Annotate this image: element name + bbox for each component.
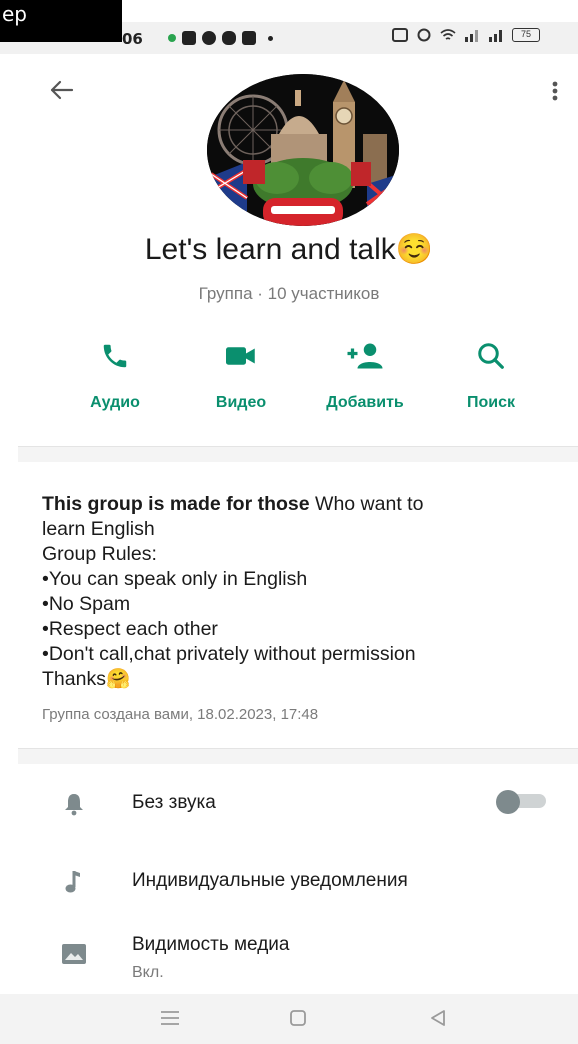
add-participant-button[interactable]: Добавить: [310, 336, 420, 412]
app-notification-icon: [182, 31, 196, 45]
group-avatar[interactable]: [207, 74, 399, 226]
mute-label: Без звука: [132, 792, 216, 813]
music-note-icon: [65, 871, 80, 893]
wifi-icon: [440, 28, 456, 42]
system-icons: 75: [392, 28, 540, 42]
audio-label: Аудио: [90, 394, 140, 411]
media-visibility-setting[interactable]: Видимость медиа Вкл.: [0, 934, 578, 994]
system-nav-bar: [0, 994, 578, 1044]
status-dot-icon: [168, 34, 176, 42]
alarm-icon: [416, 28, 432, 42]
square-icon: [290, 1010, 306, 1026]
video-call-button[interactable]: Видео: [186, 336, 296, 412]
group-actions: Аудио Видео Добавить Поиск: [60, 336, 540, 420]
menu-lines-icon: [161, 1011, 179, 1025]
signal-icon: [464, 28, 480, 42]
search-label: Поиск: [466, 394, 515, 411]
audio-call-button[interactable]: Аудио: [60, 336, 170, 412]
description-line: This group is made for those Who want to: [42, 492, 552, 517]
overlay-tag: ep: [0, 0, 122, 42]
group-name[interactable]: Let's learn and talk☺️: [0, 232, 578, 267]
group-created-info: Группа создана вами, 18.02.2023, 17:48: [42, 706, 319, 723]
search-icon: [478, 343, 504, 369]
bell-icon: [65, 794, 83, 816]
signal-icon: [488, 28, 504, 42]
description-line: •You can speak only in English: [42, 568, 308, 590]
more-options-button[interactable]: [540, 74, 570, 110]
search-button[interactable]: Поиск: [436, 336, 546, 412]
mute-setting[interactable]: Без звука: [0, 790, 578, 850]
more-vert-icon: [552, 81, 558, 101]
battery-icon: 75: [512, 28, 540, 42]
custom-notifications-label: Индивидуальные уведомления: [132, 870, 408, 891]
app-notification-icon: [202, 31, 216, 45]
arrow-left-icon: [50, 80, 74, 100]
video-label: Видео: [215, 394, 267, 411]
triangle-back-icon: [431, 1010, 445, 1026]
video-icon: [226, 347, 255, 365]
description-line: Thanks🤗: [42, 668, 131, 690]
media-visibility-label: Видимость медиа: [132, 934, 290, 955]
back-button[interactable]: [44, 72, 80, 108]
section-divider: [18, 446, 578, 462]
add-person-icon: [347, 343, 383, 369]
description-line: Group Rules:: [42, 543, 157, 565]
description-line: •No Spam: [42, 593, 131, 615]
home-button[interactable]: [284, 1006, 312, 1030]
nfc-icon: [392, 28, 408, 42]
description-line: •Don't call,chat privately without permi…: [42, 643, 416, 665]
group-description[interactable]: This group is made for those Who want to…: [42, 492, 552, 692]
back-nav-button[interactable]: [424, 1006, 452, 1030]
phone-icon: [103, 344, 127, 368]
notification-icons: [168, 29, 279, 47]
image-icon: [62, 944, 86, 964]
toggle-knob: [496, 790, 520, 814]
more-dot-icon: [268, 35, 273, 41]
description-bold: This group is made for those: [42, 493, 310, 515]
description-text: Who want to: [309, 493, 424, 515]
description-line: learn English: [42, 518, 155, 540]
app-notification-icon: [242, 31, 256, 45]
custom-notifications-setting[interactable]: Индивидуальные уведомления: [0, 868, 578, 928]
add-label: Добавить: [326, 394, 404, 411]
london-landmarks-image: [207, 74, 399, 226]
status-time: 06: [122, 30, 143, 48]
group-member-count: Группа · 10 участников: [198, 284, 380, 303]
description-line: •Respect each other: [42, 618, 218, 640]
mute-toggle[interactable]: [496, 790, 548, 814]
app-notification-icon: [222, 31, 236, 45]
section-divider: [18, 748, 578, 764]
recents-button[interactable]: [156, 1006, 184, 1030]
media-visibility-value: Вкл.: [132, 964, 164, 981]
